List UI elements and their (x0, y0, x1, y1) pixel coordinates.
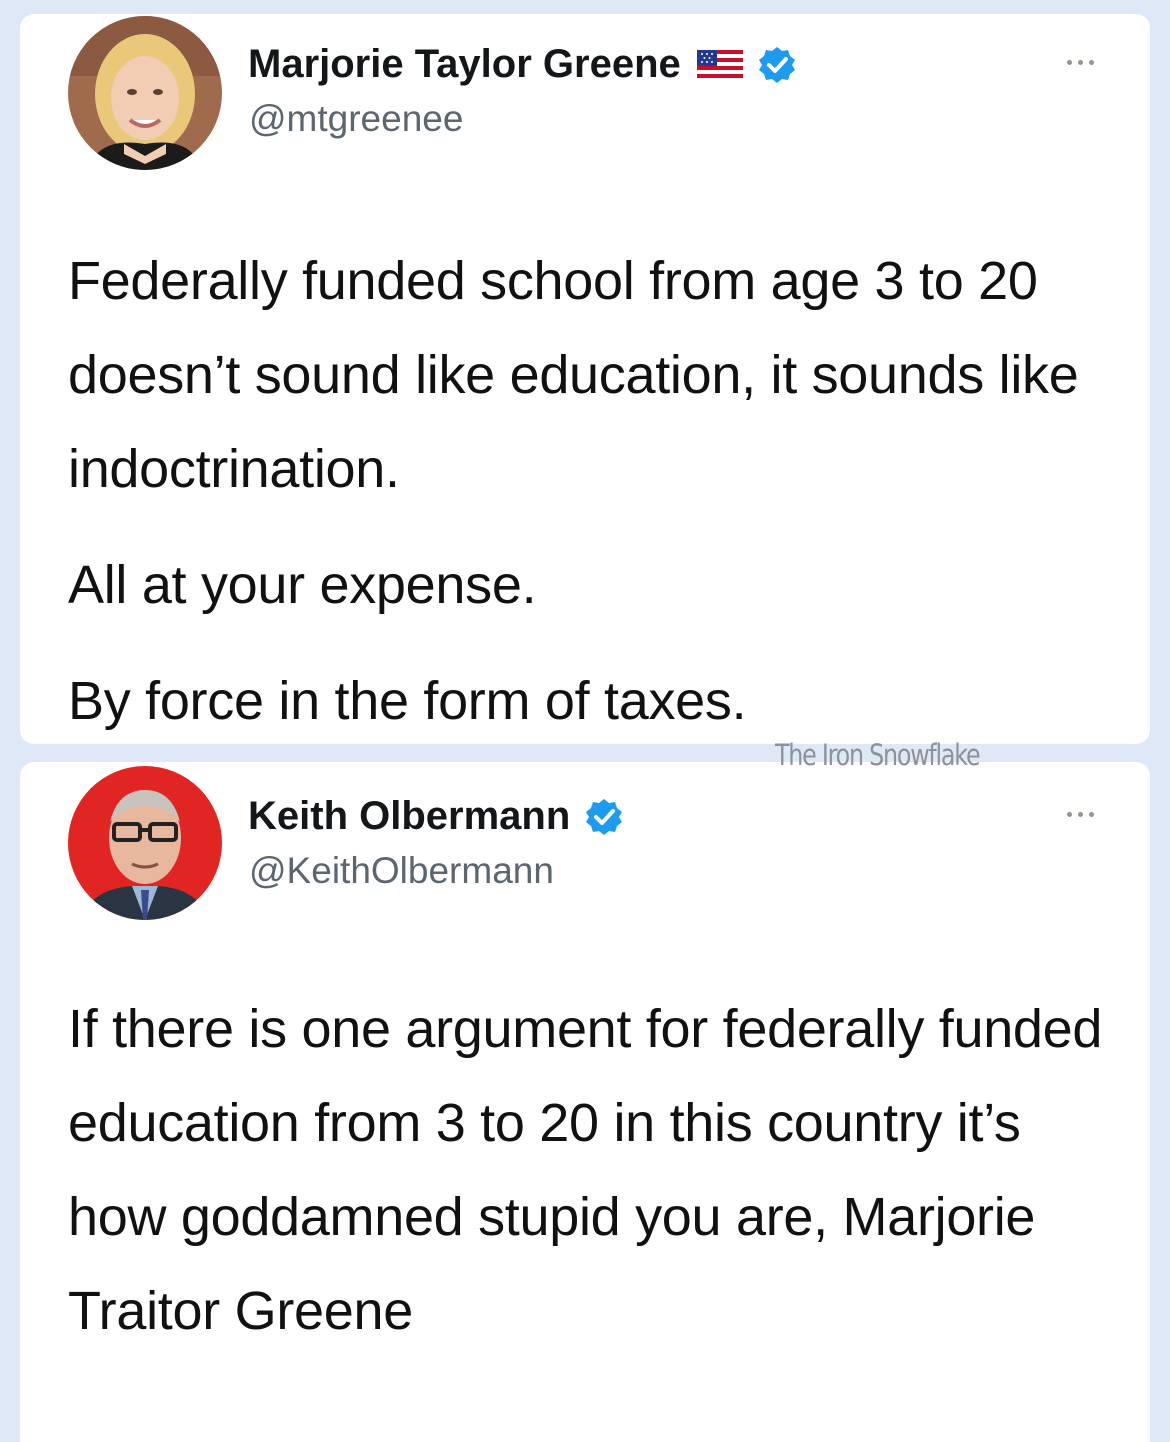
more-options-icon[interactable] (1067, 812, 1094, 817)
us-flag-icon (696, 49, 743, 80)
verified-badge-icon (757, 45, 797, 85)
user-handle[interactable]: @mtgreenee (249, 98, 463, 140)
verified-badge-icon (584, 797, 624, 837)
display-name[interactable]: Marjorie Taylor Greene (248, 42, 681, 87)
avatar[interactable] (68, 766, 222, 920)
tweet-paragraph: Federally funded school from age 3 to 20… (68, 251, 1079, 499)
display-name[interactable]: Keith Olbermann (248, 794, 570, 839)
avatar[interactable] (68, 16, 222, 170)
watermark: The Iron Snowflake (775, 738, 981, 772)
tweet-text: If there is one argument for federally f… (68, 982, 1118, 1358)
tweet-paragraph: By force in the form of taxes. (68, 671, 747, 731)
more-options-icon[interactable] (1067, 60, 1094, 65)
tweet-card[interactable]: Keith Olbermann @KeithOlbermann If there… (20, 762, 1150, 1442)
profile-photo-man (68, 766, 222, 920)
tweet-card[interactable]: Marjorie Taylor Greene @mtgreenee Federa… (20, 14, 1150, 744)
user-handle[interactable]: @KeithOlbermann (249, 850, 554, 892)
tweet-paragraph: If there is one argument for federally f… (68, 999, 1103, 1341)
profile-photo-woman (68, 16, 222, 170)
tweet-paragraph: All at your expense. (68, 555, 537, 615)
tweet-text: Federally funded school from age 3 to 20… (68, 234, 1118, 744)
